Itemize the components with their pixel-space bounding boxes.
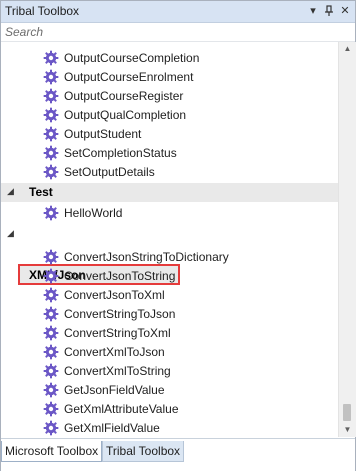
list-item-label: GetXmlFieldValue	[64, 420, 160, 435]
search-bar	[1, 23, 355, 42]
expanded-triangle-icon[interactable]: ◢	[7, 186, 14, 197]
category-header[interactable]: ◢	[1, 225, 338, 244]
scroll-thumb[interactable]	[343, 404, 351, 421]
list-item-label: OutputCourseRegister	[64, 88, 184, 103]
list-item[interactable]: ConvertStringToXml	[43, 323, 333, 342]
tab-strip: Microsoft Toolbox Tribal Toolbox	[1, 438, 355, 471]
gear-icon	[43, 249, 59, 264]
gear-icon	[43, 420, 59, 435]
list-item-label: OutputCourseCompletion	[64, 50, 200, 65]
list-item-label: ConvertXmlToString	[64, 363, 171, 378]
gear-icon	[43, 287, 59, 302]
category-label: Test	[29, 185, 53, 199]
list-item-label: HelloWorld	[64, 205, 123, 220]
window-title: Tribal Toolbox	[5, 4, 80, 18]
tab-microsoft-toolbox[interactable]: Microsoft Toolbox	[1, 441, 103, 462]
gear-icon	[43, 145, 59, 160]
list-item[interactable]: OutputCourseCompletion	[43, 48, 333, 67]
scroll-up-icon[interactable]: ▲	[339, 42, 356, 56]
list-item[interactable]: GetJsonFieldValue	[43, 380, 333, 399]
list-item[interactable]: SetOutputDetails	[43, 162, 333, 181]
list-item[interactable]: OutputCourseRegister	[43, 86, 333, 105]
toolbox-window: Tribal Toolbox ▾ ✕ ◢◢Test XML/Json Outpu…	[0, 0, 356, 471]
gear-icon	[43, 69, 59, 84]
vertical-scrollbar[interactable]: ▲ ▼	[338, 42, 356, 437]
tab-tribal-toolbox[interactable]: Tribal Toolbox	[102, 441, 185, 462]
gear-icon	[43, 205, 59, 220]
list-item-label: ConvertJsonToXml	[64, 287, 165, 302]
gear-icon	[43, 325, 59, 340]
list-item[interactable]: ConvertXmlToJson	[43, 342, 333, 361]
list-item[interactable]: OutputQualCompletion	[43, 105, 333, 124]
list-item[interactable]: OutputStudent	[43, 124, 333, 143]
list-item-label: GetJsonFieldValue	[64, 382, 165, 397]
list-item[interactable]: ConvertJsonStringToDictionary	[43, 247, 333, 266]
gear-icon	[43, 164, 59, 179]
list-item[interactable]: GetXmlAttributeValue	[43, 399, 333, 418]
list-item-label: SetOutputDetails	[64, 164, 155, 179]
list-item-label: ConvertJsonToString	[64, 268, 176, 283]
search-input[interactable]	[3, 24, 347, 39]
list-item-label: SetCompletionStatus	[64, 145, 177, 160]
list-item[interactable]: OutputCourseEnrolment	[43, 67, 333, 86]
list-item-label: ConvertJsonStringToDictionary	[64, 249, 229, 264]
gear-icon	[43, 363, 59, 378]
category-header[interactable]: ◢ Test	[1, 183, 338, 202]
list-item-label: ConvertStringToJson	[64, 306, 176, 321]
list-item[interactable]: ConvertStringToJson	[43, 304, 333, 323]
list-item-label: OutputQualCompletion	[64, 107, 187, 122]
toolbox-tree[interactable]: ◢ ◢ Test XML/Json OutputCourseCompletion Ou…	[1, 42, 338, 437]
gear-icon	[43, 382, 59, 397]
list-item-label: ConvertXmlToJson	[64, 344, 165, 359]
list-item[interactable]: SetCompletionStatus	[43, 143, 333, 162]
close-icon[interactable]: ✕	[338, 4, 352, 18]
list-item[interactable]: ConvertJsonToXml	[43, 285, 333, 304]
gear-icon	[43, 107, 59, 122]
expanded-triangle-icon[interactable]: ◢	[7, 228, 14, 239]
pin-icon[interactable]	[322, 4, 336, 18]
list-item[interactable]: HelloWorld	[43, 203, 333, 222]
list-item[interactable]: ConvertXmlToString	[43, 361, 333, 380]
scroll-down-icon[interactable]: ▼	[339, 423, 356, 437]
list-item-label: OutputCourseEnrolment	[64, 69, 194, 84]
list-item[interactable]: GetXmlFieldValue	[43, 418, 333, 437]
list-item-label: OutputStudent	[64, 126, 142, 141]
list-item-label: ConvertStringToXml	[64, 325, 171, 340]
gear-icon	[43, 126, 59, 141]
list-item[interactable]: ConvertJsonToString	[43, 266, 333, 285]
gear-icon	[43, 306, 59, 321]
gear-icon	[43, 50, 59, 65]
gear-icon	[43, 344, 59, 359]
title-bar[interactable]: Tribal Toolbox ▾ ✕	[1, 1, 355, 23]
gear-icon	[43, 268, 59, 283]
dropdown-arrow-icon[interactable]: ▾	[306, 4, 320, 18]
gear-icon	[43, 401, 59, 416]
list-item-label: GetXmlAttributeValue	[64, 401, 179, 416]
gear-icon	[43, 88, 59, 103]
